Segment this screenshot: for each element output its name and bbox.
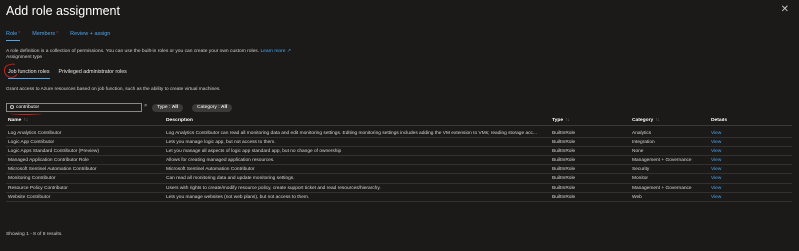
view-details-link[interactable]: View (711, 193, 751, 202)
results-count: Showing 1 - 8 of 8 results. (6, 232, 63, 237)
tab-members[interactable]: Members* (32, 31, 58, 41)
role-type: BuiltInRole (552, 149, 576, 155)
role-description: A role definition is a collection of per… (6, 48, 291, 54)
tab-role[interactable]: Role* (6, 31, 21, 41)
sort-icon: ↑↓ (655, 118, 661, 123)
table-row[interactable]: Monitoring Contributor Can read all moni… (6, 174, 792, 184)
role-description-text: A role definition is a collection of per… (6, 49, 261, 54)
table-row[interactable]: Managed Application Contributor Role All… (6, 156, 792, 166)
sort-icon: ↑↓ (23, 118, 29, 123)
tab-role-label: Role (6, 31, 18, 37)
role-description-cell: Let you manage all aspects of logic app … (166, 149, 342, 155)
view-details-link[interactable]: View (711, 147, 751, 156)
search-icon (10, 105, 14, 109)
column-header-name[interactable]: Name ↑↓ (8, 118, 160, 123)
role-type: BuiltInRole (552, 158, 576, 164)
tab-job-function-roles[interactable]: Job function roles (8, 69, 50, 79)
type-filter-key: Type : (157, 105, 172, 110)
role-name: Monitoring Contributor (8, 176, 56, 182)
role-description-cell: Lets you manage logic app, but not acces… (166, 140, 276, 146)
role-type: BuiltInRole (552, 167, 576, 173)
more-options-icon[interactable]: ··· (97, 4, 109, 14)
role-type: BuiltInRole (552, 185, 576, 191)
column-header-type[interactable]: Type ↑↓ (552, 118, 632, 123)
tab-review-assign[interactable]: Review + assign (70, 31, 110, 41)
category-filter-button[interactable]: Category : All (192, 104, 233, 112)
role-category: Analytics (632, 131, 652, 136)
roles-table-body: Log Analytics Contributor Log Analytics … (6, 129, 792, 202)
role-type: BuiltInRole (552, 140, 576, 146)
learn-more-link[interactable]: Learn more ↗ (260, 49, 290, 54)
role-name: Logic Apps Standard Contributor (Preview… (8, 149, 99, 155)
assignment-type-label: Assignment type (6, 55, 43, 60)
role-category: Security (632, 167, 650, 173)
type-filter-button[interactable]: Type : All (152, 104, 183, 112)
table-row[interactable]: Log Analytics Contributor Log Analytics … (6, 129, 792, 139)
role-description-cell: Lets you manage websites (not web plans)… (166, 194, 310, 200)
view-details-link[interactable]: View (711, 184, 751, 193)
view-details-link[interactable]: View (711, 165, 751, 174)
role-description-cell: Microsoft Sentinel Automation Contributo… (166, 167, 255, 173)
column-type-label: Type (552, 118, 564, 123)
role-name: Logic App Contributor (8, 140, 55, 146)
role-category: Management + Governance (632, 158, 692, 164)
role-category: Web (632, 194, 642, 200)
table-row[interactable]: Logic App Contributor Lets you manage lo… (6, 138, 792, 148)
view-details-link[interactable]: View (711, 156, 751, 165)
role-category: Management + Governance (632, 185, 692, 191)
view-details-link[interactable]: View (711, 138, 751, 147)
role-type: BuiltInRole (552, 194, 576, 200)
search-value: contributor (16, 105, 40, 110)
tab-privileged-administrator-roles[interactable]: Privileged administrator roles (59, 69, 127, 79)
column-details-label: Details (711, 118, 728, 123)
column-header-category[interactable]: Category ↑↓ (632, 118, 712, 123)
tab-review-label: Review + assign (70, 31, 111, 37)
role-name: Website Contributor (8, 194, 51, 200)
sort-icon: ↑↓ (565, 118, 570, 123)
view-details-link[interactable]: View (711, 129, 751, 138)
search-input[interactable]: contributor (6, 103, 142, 112)
table-row[interactable]: Website Contributor Lets you manage webs… (6, 193, 792, 202)
view-details-link[interactable]: View (711, 174, 751, 183)
close-icon[interactable]: ✕ (781, 4, 789, 15)
role-description-cell: Log Analytics Contributor can read all m… (166, 131, 537, 136)
role-category: Integration (632, 140, 655, 146)
role-description-cell: Allows for creating managed application … (166, 158, 275, 164)
column-header-description[interactable]: Description (166, 118, 552, 123)
column-category-label: Category (632, 118, 654, 123)
type-filter-value: All (171, 105, 178, 110)
table-row[interactable]: Resource Policy Contributor Users with r… (6, 184, 792, 193)
role-name: Microsoft Sentinel Automation Contributo… (8, 167, 97, 173)
category-filter-value: All (220, 105, 228, 110)
required-mark: * (56, 31, 59, 37)
table-row[interactable]: Logic Apps Standard Contributor (Preview… (6, 147, 792, 157)
role-description-cell: Can read all monitoring data and update … (166, 176, 295, 182)
role-name: Managed Application Contributor Role (8, 158, 89, 164)
role-subtabs: Job function roles Privileged administra… (8, 69, 127, 79)
required-mark: * (18, 31, 21, 37)
clear-search-icon[interactable]: × (144, 103, 147, 109)
role-type: BuiltInRole (552, 176, 576, 182)
column-name-label: Name (8, 118, 22, 123)
role-name: Resource Policy Contributor (8, 185, 68, 191)
column-description-label: Description (166, 118, 193, 123)
role-category: Monitor (632, 176, 648, 182)
category-filter-key: Category : (197, 105, 221, 110)
role-name: Log Analytics Contributor (8, 131, 62, 136)
role-category: None (632, 149, 644, 155)
role-description-cell: Users with rights to create/modify resou… (166, 185, 381, 191)
annotation-underline (10, 112, 42, 115)
table-header: Name ↑↓ Description Type ↑↓ Category ↑↓ Det… (6, 118, 792, 126)
grant-description: Grant access to Azure resources based on… (6, 87, 221, 92)
column-header-details: Details (711, 118, 751, 123)
wizard-tabs: Role* Members* Review + assign (6, 31, 110, 41)
tab-members-label: Members (32, 31, 56, 37)
role-type: BuiltInRole (552, 131, 576, 136)
table-row[interactable]: Microsoft Sentinel Automation Contributo… (6, 165, 792, 175)
